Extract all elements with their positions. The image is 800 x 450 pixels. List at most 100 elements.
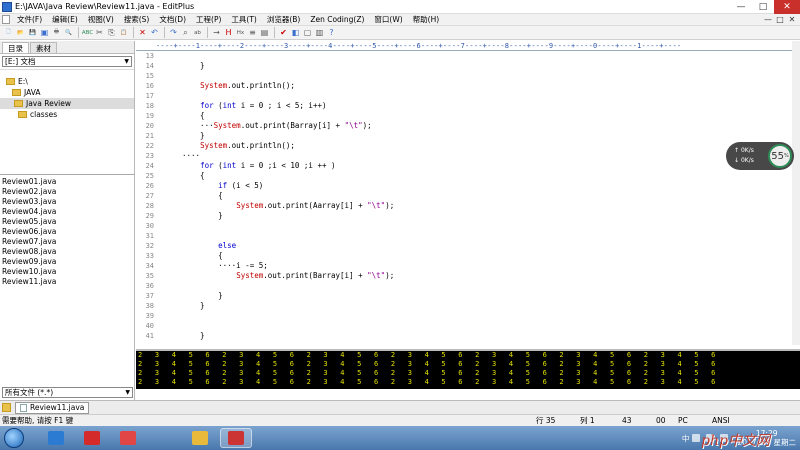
tree-item[interactable]: Java Review: [0, 98, 134, 109]
toolbar-separator: [207, 27, 208, 38]
save-icon[interactable]: 💾: [27, 27, 38, 38]
taskbar-ie[interactable]: [40, 428, 72, 448]
check-icon[interactable]: ✔: [278, 27, 289, 38]
file-list-item[interactable]: Review11.java: [0, 277, 134, 287]
word-wrap-icon[interactable]: Hx: [235, 27, 246, 38]
file-list-item[interactable]: Review03.java: [0, 197, 134, 207]
document-tab[interactable]: Review11.java: [15, 401, 90, 414]
doc-minimize-button[interactable]: —: [762, 14, 774, 26]
line-number: 41: [145, 332, 154, 340]
taskbar-file-explorer[interactable]: [184, 428, 216, 448]
file-list-item[interactable]: Review10.java: [0, 267, 134, 277]
tree-item[interactable]: classes: [0, 109, 134, 120]
close-button[interactable]: ✕: [774, 0, 800, 14]
find-icon[interactable]: ⌕: [180, 27, 191, 38]
ime-indicator[interactable]: 中: [682, 433, 690, 444]
taskbar-app[interactable]: [112, 428, 144, 448]
menu-zen-coding[interactable]: Zen Coding(Z): [305, 14, 369, 26]
html-icon[interactable]: H: [223, 27, 234, 38]
toolbar: 🗋 📂 💾 ▣ 🖶 🔍 ABC ✂ ⎘ 📋 ✕ ↶ ↷ ⌕ ab → H Hx ≡ ▤ ✔ ◧ ▢ ▥?: [0, 26, 800, 40]
file-list-item[interactable]: Review04.java: [0, 207, 134, 217]
line-number: 34: [145, 262, 154, 270]
open-icon[interactable]: 📂: [15, 27, 26, 38]
save-all-icon[interactable]: ▣: [39, 27, 50, 38]
menu-project[interactable]: 工程(P): [191, 14, 226, 26]
code-line: 24 for (int i = 0 ;i < 10 ;i ++ ): [136, 161, 800, 171]
menu-search[interactable]: 搜索(S): [119, 14, 155, 26]
file-list-item[interactable]: Review01.java: [0, 177, 134, 187]
new-file-icon[interactable]: 🗋: [3, 27, 14, 38]
goto-icon[interactable]: →: [211, 27, 222, 38]
cut-icon[interactable]: ✂: [94, 27, 105, 38]
menu-window[interactable]: 窗口(W): [369, 14, 407, 26]
code-line: 38 }: [136, 301, 800, 311]
start-button[interactable]: [4, 428, 24, 448]
menu-view[interactable]: 视图(V): [83, 14, 119, 26]
tree-item[interactable]: JAVA: [0, 87, 134, 98]
line-number: 22: [145, 142, 154, 150]
download-speed: ↓ 0K/s: [734, 157, 754, 164]
file-list-item[interactable]: Review05.java: [0, 217, 134, 227]
network-speed-widget[interactable]: ↑ 0K/s ↓ 0K/s 55%: [726, 142, 794, 170]
undo-icon[interactable]: ↶: [149, 27, 160, 38]
drive-select[interactable]: [E:] 文档 ▼: [2, 56, 132, 67]
folder-icon: [14, 100, 23, 107]
menu-tools[interactable]: 工具(T): [226, 14, 261, 26]
doc-restore-button[interactable]: □: [774, 14, 786, 26]
code-line: 35 System.out.print(Barray[i] + "\t");: [136, 271, 800, 281]
code-editor[interactable]: 13 14 } 15 16 System.out.println(); 17 18 for…: [136, 51, 800, 345]
code-line: 32 else: [136, 241, 800, 251]
output-window[interactable]: 2 3 4 5 6 2 3 4 5 6 2 3 4 5 6 2 3 4 5 6 …: [136, 349, 800, 389]
copy-icon[interactable]: ⎘: [106, 27, 117, 38]
minimize-button[interactable]: —: [730, 0, 752, 14]
print-preview-icon[interactable]: 🔍: [63, 27, 74, 38]
tile-icon[interactable]: ▥: [314, 27, 325, 38]
redo-icon[interactable]: ↷: [168, 27, 179, 38]
file-list-item[interactable]: Review07.java: [0, 237, 134, 247]
doc-close-button[interactable]: ✕: [786, 14, 798, 26]
print-icon[interactable]: 🖶: [51, 27, 62, 38]
taskbar-netease-music[interactable]: [76, 428, 108, 448]
file-list-item[interactable]: Review06.java: [0, 227, 134, 237]
menu-browser[interactable]: 浏览器(B): [262, 14, 306, 26]
file-list-item[interactable]: Review09.java: [0, 257, 134, 267]
line-number: 39: [145, 312, 154, 320]
tab-directory[interactable]: 目录: [2, 42, 29, 53]
column-icon[interactable]: ▤: [259, 27, 270, 38]
tree-item[interactable]: E:\: [0, 76, 134, 87]
tab-clips[interactable]: 素材: [30, 42, 57, 53]
document-tab-label: Review11.java: [30, 403, 85, 412]
code-text: {: [182, 251, 223, 260]
line-number: 40: [145, 322, 154, 330]
window-icon[interactable]: ▢: [302, 27, 313, 38]
menu-help[interactable]: 帮助(H): [408, 14, 445, 26]
line-number: 17: [145, 92, 154, 100]
editor-scrollbar[interactable]: [792, 41, 800, 345]
file-list-item[interactable]: Review02.java: [0, 187, 134, 197]
code-line: 41 }: [136, 331, 800, 341]
maximize-button[interactable]: □: [752, 0, 774, 14]
status-line: 行 35: [536, 416, 556, 425]
taskbar-editplus[interactable]: [220, 428, 252, 448]
replace-icon[interactable]: ab: [192, 27, 203, 38]
menu-edit[interactable]: 编辑(E): [47, 14, 83, 26]
menu-file[interactable]: 文件(F): [12, 14, 47, 26]
delete-icon[interactable]: ✕: [137, 27, 148, 38]
paste-icon[interactable]: 📋: [118, 27, 129, 38]
spellcheck-icon[interactable]: ABC: [82, 27, 93, 38]
file-filter-select[interactable]: 所有文件 (*.*) ▼: [2, 387, 133, 398]
file-explorer-icon: [192, 431, 208, 445]
drive-select-value: [E:] 文档: [5, 57, 36, 66]
tray-icon[interactable]: [692, 434, 701, 442]
document-window-controls: — □ ✕: [762, 14, 798, 26]
line-number-icon[interactable]: ≡: [247, 27, 258, 38]
browser-icon[interactable]: ◧: [290, 27, 301, 38]
code-lines: 13 14 } 15 16 System.out.println(); 17 18 for…: [136, 51, 800, 341]
line-number: 28: [145, 202, 154, 210]
file-list-item[interactable]: Review08.java: [0, 247, 134, 257]
help-icon[interactable]: ?: [326, 27, 337, 38]
menu-document[interactable]: 文档(D): [154, 14, 191, 26]
menu-bar: 文件(F) 编辑(E) 视图(V) 搜索(S) 文档(D) 工程(P) 工具(T…: [0, 14, 800, 26]
line-number: 27: [145, 192, 154, 200]
code-text: }: [182, 61, 205, 70]
